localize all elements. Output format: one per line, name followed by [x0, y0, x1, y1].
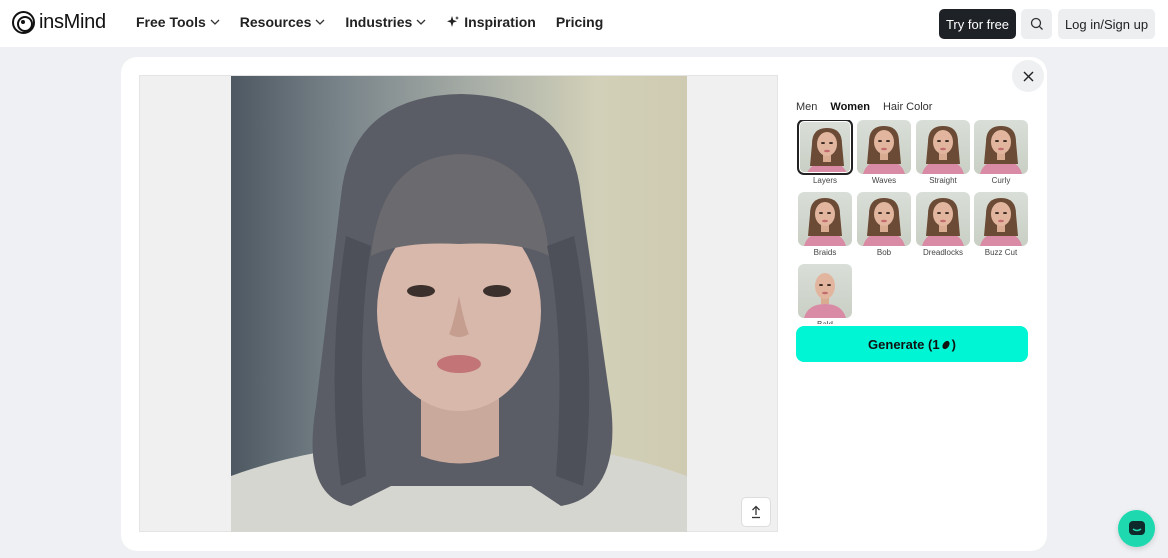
hairstyle-option[interactable]: Layers [797, 120, 853, 185]
search-icon [1030, 17, 1043, 30]
close-icon [1023, 71, 1033, 81]
hairstyle-option[interactable]: Straight [916, 120, 970, 185]
hairstyle-label: Waves [871, 176, 897, 185]
close-button[interactable] [1012, 60, 1044, 92]
hairstyle-grid: Layers Waves Straight Curly Braids Bob Dreadlo… [796, 120, 1032, 324]
chat-support-button[interactable] [1118, 510, 1155, 547]
tab-hair-color[interactable]: Hair Color [883, 101, 933, 113]
nav-free-tools[interactable]: Free Tools [136, 14, 220, 30]
top-navbar: insMind Free Tools Resources Industries … [0, 0, 1168, 47]
hairstyle-label: Curly [991, 176, 1011, 185]
hairstyle-thumbnail [857, 192, 911, 246]
credit-icon [942, 340, 950, 349]
upload-button[interactable] [741, 497, 771, 527]
tab-men[interactable]: Men [796, 101, 817, 113]
logo-icon [12, 11, 35, 34]
hairstyle-label: Dreadlocks [922, 248, 963, 257]
chevron-down-icon [210, 19, 220, 25]
hairstyle-thumbnail [798, 192, 852, 246]
hairstyle-thumbnail [797, 120, 853, 175]
hairstyle-label: Bob [876, 248, 892, 257]
login-signup-button[interactable]: Log in/Sign up [1058, 9, 1155, 39]
generate-button[interactable]: Generate (1) [796, 326, 1028, 362]
hairstyle-option[interactable]: Braids [798, 192, 852, 257]
hairstyle-thumbnail [798, 264, 852, 318]
hairstyle-modal: Men Women Hair Color Layers Waves Straight… [121, 57, 1047, 551]
hairstyle-thumbnail [916, 120, 970, 174]
main-nav: Free Tools Resources Industries Inspirat… [136, 14, 603, 30]
hairstyle-option[interactable]: Bob [857, 192, 911, 257]
try-for-free-button[interactable]: Try for free [939, 9, 1016, 39]
chevron-down-icon [315, 19, 325, 25]
upload-icon [752, 505, 760, 519]
chevron-down-icon [416, 19, 426, 25]
portrait-illustration [231, 94, 687, 532]
search-button[interactable] [1021, 9, 1052, 39]
hairstyle-label: Bald [798, 320, 852, 324]
nav-pricing[interactable]: Pricing [556, 14, 603, 30]
nav-inspiration[interactable]: Inspiration [446, 14, 536, 30]
sparkle-icon [447, 16, 460, 27]
hairstyle-thumbnail [974, 120, 1028, 174]
logo-text: insMind [39, 11, 106, 33]
hairstyle-thumbnail [857, 120, 911, 174]
hairstyle-option[interactable]: Dreadlocks [916, 192, 970, 257]
nav-resources[interactable]: Resources [240, 14, 326, 30]
hairstyle-label: Layers [812, 176, 837, 185]
hairstyle-option[interactable]: Curly [974, 120, 1028, 185]
hairstyle-option[interactable]: Buzz Cut [974, 192, 1028, 257]
hairstyle-label: Buzz Cut [984, 248, 1018, 257]
image-canvas [139, 75, 778, 532]
hairstyle-thumbnail [916, 192, 970, 246]
hairstyle-thumbnail [974, 192, 1028, 246]
chat-icon [1128, 520, 1145, 535]
nav-industries[interactable]: Industries [345, 14, 426, 30]
hairstyle-option[interactable]: Bald [798, 264, 852, 324]
logo[interactable]: insMind [12, 11, 106, 34]
hairstyle-label: Braids [813, 248, 837, 257]
hairstyle-label: Straight [929, 176, 957, 185]
category-tabs: Men Women Hair Color [796, 101, 932, 113]
hairstyle-option[interactable]: Waves [857, 120, 911, 185]
portrait-photo [231, 76, 687, 532]
tab-women[interactable]: Women [830, 101, 870, 113]
